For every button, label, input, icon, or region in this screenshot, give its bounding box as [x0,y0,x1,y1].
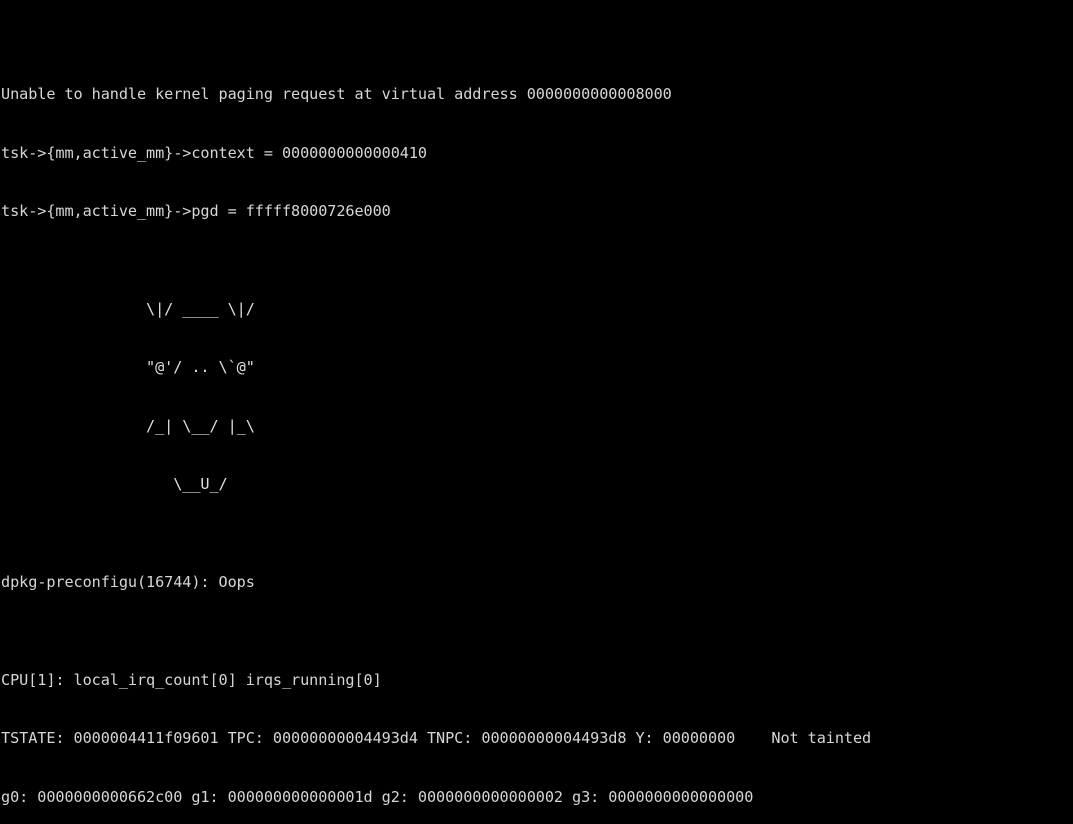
fault-header-line-2: tsk->{mm,active_mm}->context = 000000000… [1,143,427,162]
tstate-line-1: TSTATE: 0000004411f09601 TPC: 0000000000… [1,729,872,748]
oops-process-line: dpkg-preconfigu(16744): Oops [1,572,255,591]
oops-ascii-art-line-1: \|/ ____ \|/ [1,299,255,318]
fault-header-line-1: Unable to handle kernel paging request a… [1,85,672,104]
register-line-g0-1: g0: 0000000000662c00 g1: 000000000000001… [1,787,754,806]
oops-ascii-art-line-4: \__U_/ [1,475,228,494]
oops-ascii-art-line-3: /_| \__/ |_\ [1,416,255,435]
fault-header-line-3: tsk->{mm,active_mm}->pgd = fffff8000726e… [1,202,391,221]
kernel-console: Unable to handle kernel paging request a… [0,0,1073,824]
oops-ascii-art-line-2: "@'/ .. \`@" [1,358,255,377]
cpu-line-1: CPU[1]: local_irq_count[0] irqs_running[… [1,670,382,689]
